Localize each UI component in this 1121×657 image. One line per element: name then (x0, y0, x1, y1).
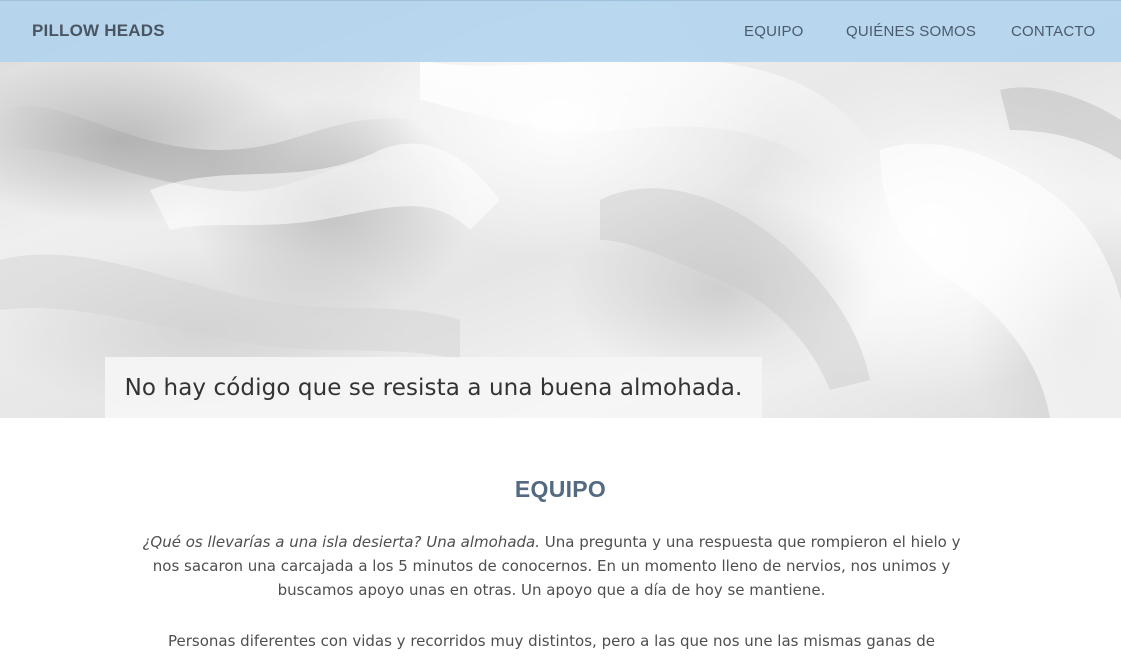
team-paragraph-1: ¿Qué os llevarías a una isla desierta? U… (130, 530, 973, 602)
page: PILLOW HEADS EQUIPO QUIÉNES SOMOS CONTAC… (0, 0, 1121, 657)
bedsheet-folds (0, 58, 1121, 418)
nav-link-quienes-somos[interactable]: QUIÉNES SOMOS (846, 23, 976, 40)
team-section-title: EQUIPO (514, 476, 607, 502)
hero-tagline-box: No hay código que se resista a una buena… (105, 357, 762, 418)
team-paragraph-1-italic: ¿Qué os llevarías a una isla desierta? U… (142, 533, 540, 551)
team-paragraph-2: Personas diferentes con vidas y recorrid… (168, 632, 935, 650)
nav-link-equipo[interactable]: EQUIPO (744, 23, 804, 40)
nav-link-contacto[interactable]: CONTACTO (1011, 23, 1095, 40)
top-navbar: PILLOW HEADS EQUIPO QUIÉNES SOMOS CONTAC… (0, 0, 1121, 62)
brand-logo-link[interactable]: PILLOW HEADS (32, 21, 165, 41)
hero-tagline: No hay código que se resista a una buena… (124, 375, 743, 401)
hero-image (0, 0, 1121, 418)
